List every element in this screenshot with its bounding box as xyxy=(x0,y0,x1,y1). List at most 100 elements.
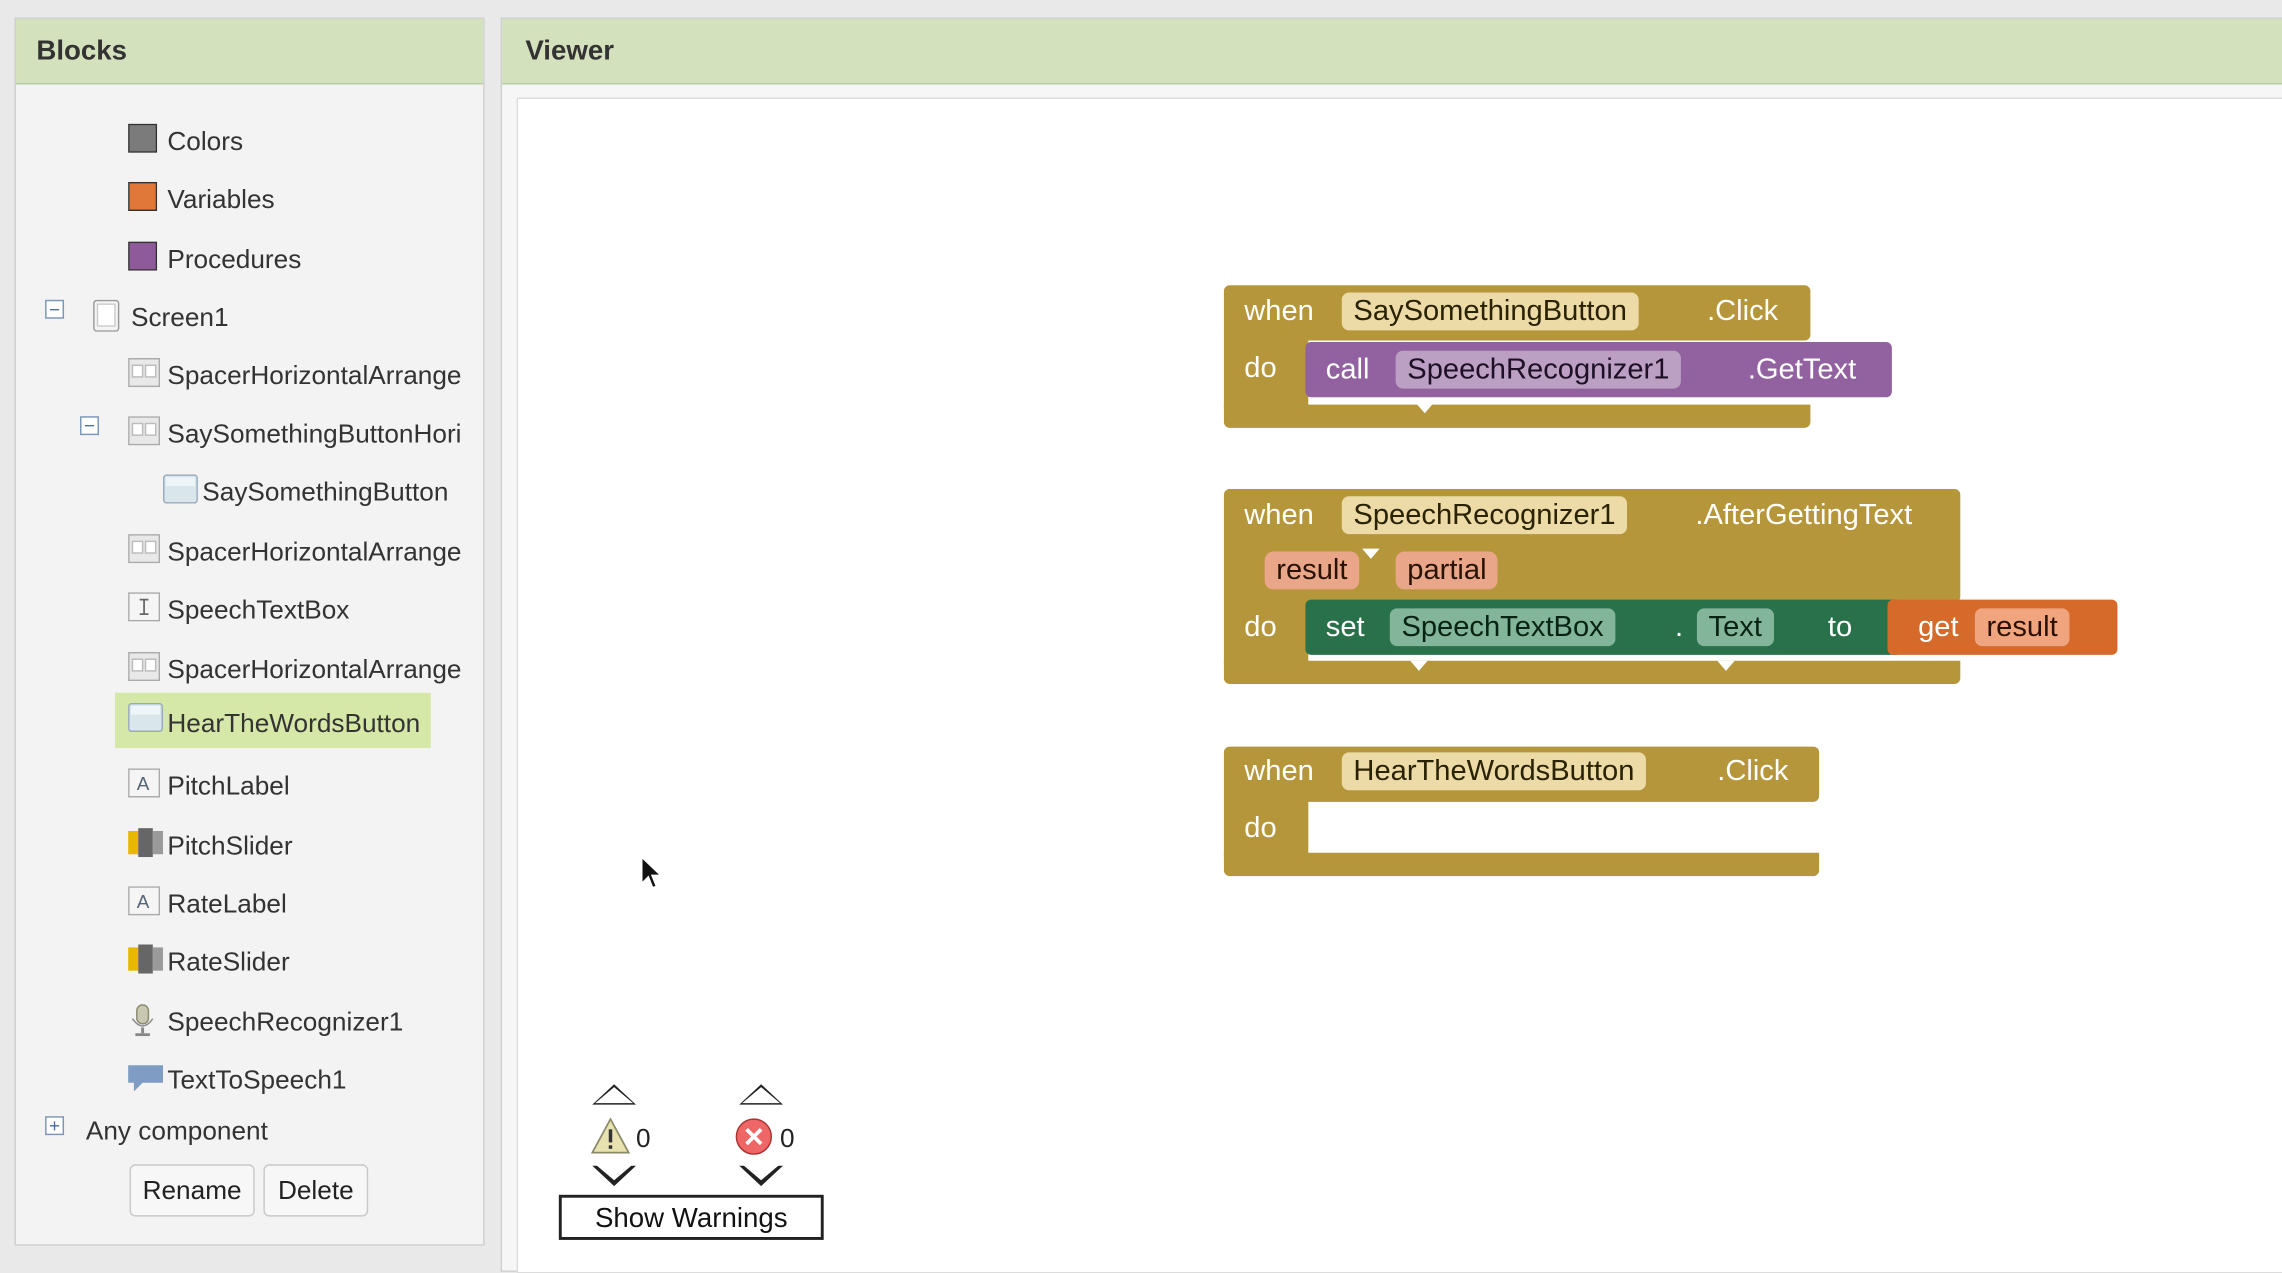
errors-next-arrow[interactable] xyxy=(739,1164,783,1187)
tree-item-label: Colors xyxy=(167,126,244,156)
component-name: SpeechTextBox xyxy=(1401,611,1604,644)
method-name: .GetText xyxy=(1747,353,1857,386)
colors-swatch-icon xyxy=(128,123,158,153)
tree-item-label: SpacerHorizontalArrange xyxy=(167,654,462,684)
event-name: .Click xyxy=(1717,755,1789,788)
error-icon xyxy=(735,1118,773,1163)
blocks-panel-header: Blocks xyxy=(16,18,484,85)
component-name: SpeechRecognizer1 xyxy=(1353,499,1616,532)
component-dropdown[interactable]: SaySomethingButton xyxy=(1341,292,1639,356)
slider-icon xyxy=(128,828,163,858)
tree-item-spacer-1[interactable]: SpacerHorizontalArrange xyxy=(128,349,469,398)
to-keyword: to xyxy=(1827,611,1853,644)
tree-item-label: Variables xyxy=(167,184,275,214)
component-name: SaySomethingButton xyxy=(1353,295,1627,328)
component-dropdown[interactable]: HearTheWordsButton xyxy=(1341,752,1647,816)
horizontal-arrangement-icon xyxy=(128,416,161,446)
variables-swatch-icon xyxy=(128,181,158,212)
errors-prev-arrow[interactable] xyxy=(739,1084,783,1105)
delete-button[interactable]: Delete xyxy=(263,1164,369,1217)
tree-item-rateslider[interactable]: RateSlider xyxy=(128,936,469,985)
tree-item-texttospeech[interactable]: TextToSpeech1 xyxy=(128,1054,469,1103)
variable-name: result xyxy=(1986,611,2058,644)
tree-item-label: Procedures xyxy=(167,244,302,274)
expand-any-component-toggle[interactable]: + xyxy=(45,1116,65,1136)
event-name: .Click xyxy=(1707,295,1779,328)
collapse-saysomething-toggle[interactable]: − xyxy=(80,416,99,436)
dot-separator: . xyxy=(1675,611,1684,644)
chevron-down-icon xyxy=(1717,661,1735,672)
tree-item-heartheWords-button[interactable]: HearTheWordsButton xyxy=(114,692,431,749)
variable-dropdown[interactable]: result xyxy=(1974,608,2070,672)
horizontal-arrangement-icon xyxy=(128,534,161,564)
call-keyword: call xyxy=(1325,353,1370,386)
blocks-panel-title: Blocks xyxy=(36,36,128,67)
tree-item-label: SpeechTextBox xyxy=(167,595,350,625)
tree-item-label: SpeechRecognizer1 xyxy=(167,1007,404,1037)
tree-item-colors[interactable]: Colors xyxy=(128,115,463,164)
property-name: Text xyxy=(1708,611,1762,644)
chevron-down-icon xyxy=(1410,661,1428,672)
label-icon: A xyxy=(128,768,161,798)
label-icon: A xyxy=(128,886,161,916)
tree-item-procedures[interactable]: Procedures xyxy=(128,233,463,282)
warnings-next-arrow[interactable] xyxy=(592,1164,636,1187)
tree-item-speechtextbox[interactable]: SpeechTextBox xyxy=(128,584,469,633)
warnings-prev-arrow[interactable] xyxy=(592,1084,636,1105)
errors-count: 0 xyxy=(780,1123,795,1153)
tree-item-label: Screen1 xyxy=(130,302,229,332)
tree-item-saysomething-arrangement[interactable]: SaySomethingButtonHori xyxy=(128,407,469,456)
tree-item-pitchlabel[interactable]: A PitchLabel xyxy=(128,760,469,809)
call-component-dropdown[interactable]: SpeechRecognizer1 xyxy=(1395,350,1682,414)
mouse-cursor-icon xyxy=(640,855,663,898)
property-dropdown[interactable]: Text xyxy=(1696,608,1774,672)
get-keyword: get xyxy=(1918,611,1959,644)
slider-icon xyxy=(128,944,163,974)
viewer-panel-title: Viewer xyxy=(525,36,615,67)
show-warnings-button[interactable]: Show Warnings xyxy=(558,1194,824,1240)
screen-icon xyxy=(92,299,121,332)
tree-item-spacer-2[interactable]: SpacerHorizontalArrange xyxy=(128,525,469,574)
when-keyword: when xyxy=(1244,499,1314,532)
tree-item-saysomething-button[interactable]: SaySomethingButton xyxy=(162,466,469,515)
tree-item-label: SaySomethingButtonHori xyxy=(167,419,462,449)
do-keyword: do xyxy=(1244,812,1277,845)
collapse-screen1-toggle[interactable]: − xyxy=(45,300,65,319)
tree-item-speechrecognizer[interactable]: SpeechRecognizer1 xyxy=(128,995,469,1044)
textbox-icon xyxy=(128,592,161,622)
chevron-down-icon xyxy=(1362,548,1380,560)
button-icon xyxy=(128,702,163,733)
tree-item-screen1[interactable]: Screen1 xyxy=(92,291,456,340)
tree-item-ratelabel[interactable]: A RateLabel xyxy=(128,878,469,927)
set-keyword: set xyxy=(1325,611,1365,644)
when-keyword: when xyxy=(1244,295,1314,328)
param-partial[interactable]: partial xyxy=(1395,551,1499,590)
component-dropdown[interactable]: SpeechRecognizer1 xyxy=(1341,496,1628,560)
rename-button[interactable]: Rename xyxy=(129,1164,255,1217)
do-keyword: do xyxy=(1244,611,1277,644)
tree-item-label: TextToSpeech1 xyxy=(167,1065,347,1095)
tree-item-spacer-3[interactable]: SpacerHorizontalArrange xyxy=(128,643,469,692)
param-result[interactable]: result xyxy=(1264,551,1360,590)
tree-item-any-component[interactable]: Any component xyxy=(86,1107,406,1156)
tree-item-label: SpacerHorizontalArrange xyxy=(167,537,462,567)
horizontal-arrangement-icon xyxy=(128,358,161,388)
tree-item-label: SpacerHorizontalArrange xyxy=(167,360,462,391)
tree-item-pitchslider[interactable]: PitchSlider xyxy=(128,819,469,868)
svg-text:A: A xyxy=(137,774,150,795)
tree-item-label: RateLabel xyxy=(167,889,287,919)
tree-item-label: SaySomethingButton xyxy=(202,477,449,507)
chevron-down-icon xyxy=(1362,805,1380,816)
tree-item-label: HearTheWordsButton xyxy=(167,708,421,738)
tree-item-variables[interactable]: Variables xyxy=(128,173,463,222)
component-name: SpeechRecognizer1 xyxy=(1407,353,1670,386)
tree-item-label: RateSlider xyxy=(167,947,290,977)
horizontal-arrangement-icon xyxy=(128,651,161,682)
tree-item-label: PitchSlider xyxy=(167,830,293,861)
when-keyword: when xyxy=(1244,755,1314,788)
blocks-tree: Colors Variables Procedures − Screen1 Sp… xyxy=(16,86,483,1244)
svg-text:A: A xyxy=(137,892,150,913)
warnings-count: 0 xyxy=(635,1123,651,1153)
set-component-dropdown[interactable]: SpeechTextBox xyxy=(1389,608,1616,672)
warning-icon xyxy=(590,1117,631,1162)
